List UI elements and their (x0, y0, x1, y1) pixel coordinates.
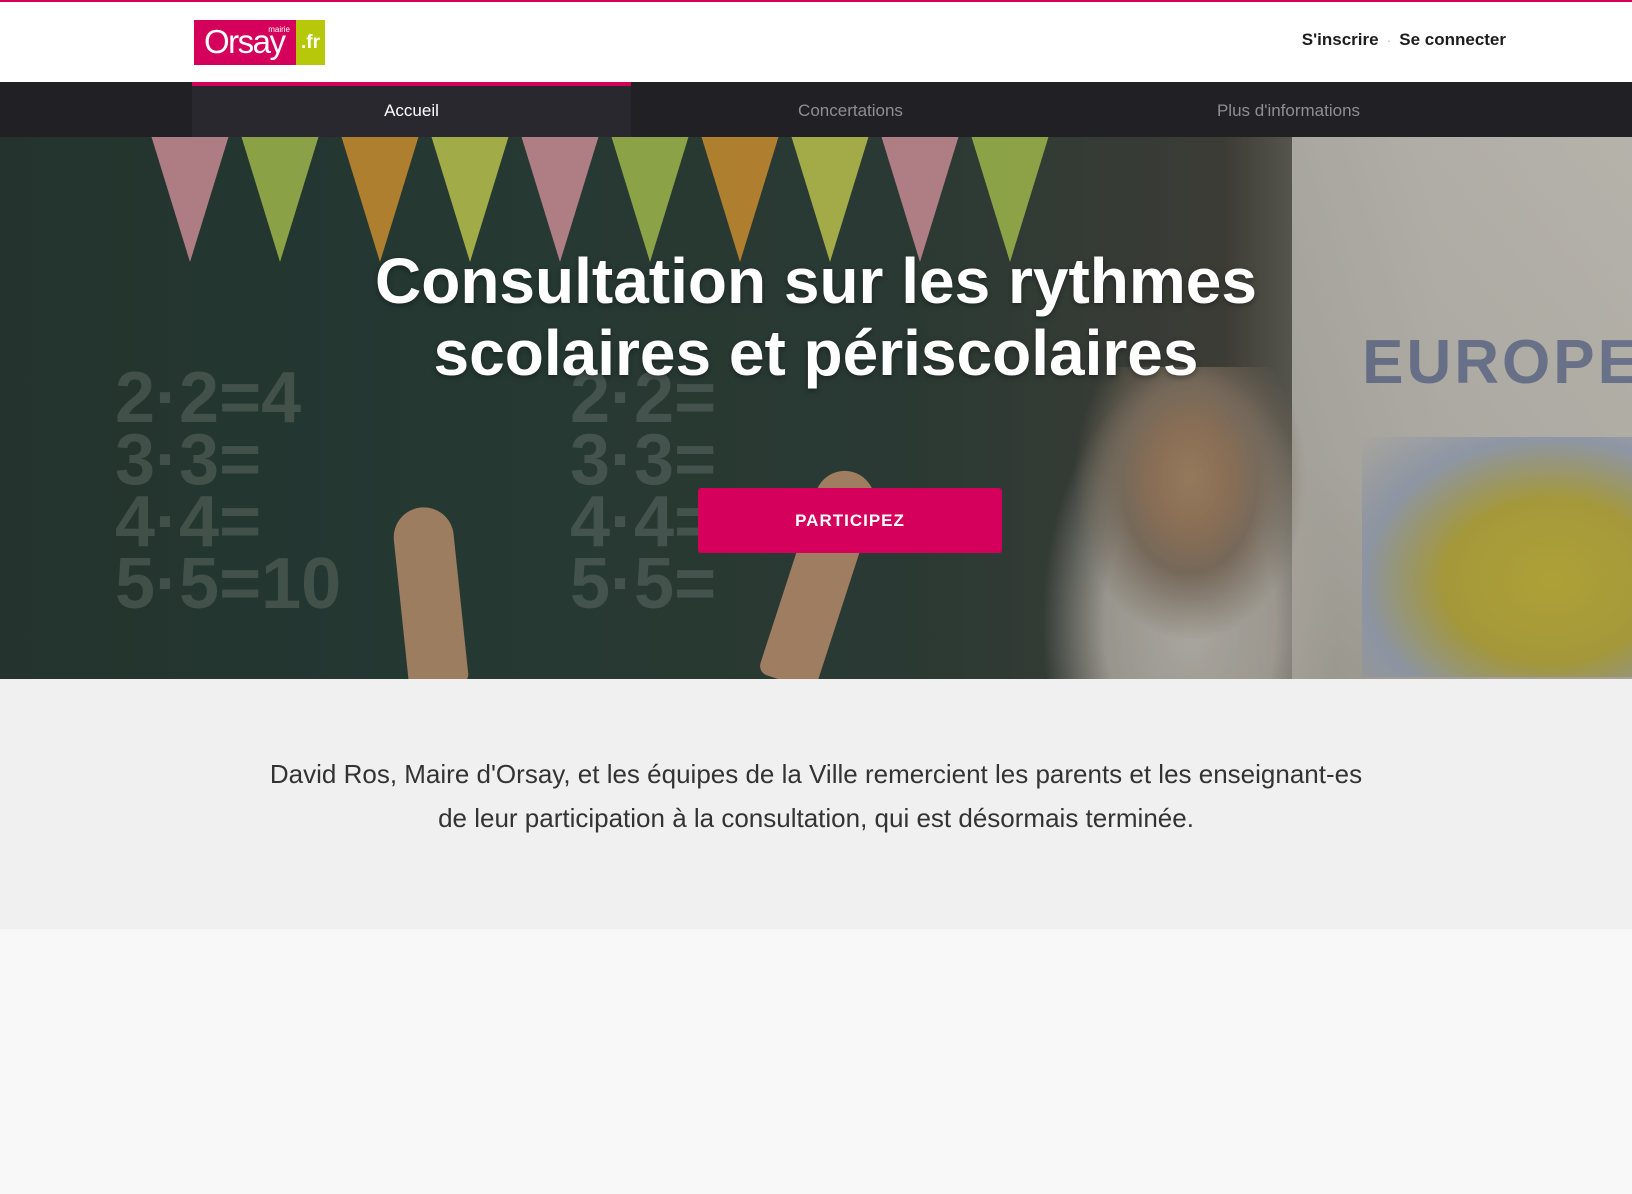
signup-link[interactable]: S'inscrire (1302, 30, 1379, 50)
orsay-logo[interactable]: mairie Orsay .fr (194, 20, 325, 65)
intro-message: David Ros, Maire d'Orsay, et les équipes… (266, 752, 1366, 840)
logo-brand: Orsay (204, 23, 286, 60)
auth-separator: · (1386, 32, 1392, 48)
main-nav: Accueil Concertations Plus d'information… (0, 82, 1632, 137)
hero-overlay (0, 137, 1632, 679)
intro-section: David Ros, Maire d'Orsay, et les équipes… (0, 679, 1632, 929)
participate-button[interactable]: PARTICIPEZ (698, 488, 1002, 553)
tab-plus-informations[interactable]: Plus d'informations (1069, 82, 1508, 137)
hero-banner: EUROPE 2·2=4 3·3= 4·4= 5·5=10 2·2= 3·3= 4·4= 5… (0, 137, 1632, 679)
intro-message-line-1: David Ros, Maire d'Orsay, et les équipes… (269, 759, 1363, 789)
tab-accueil[interactable]: Accueil (192, 82, 631, 137)
logo-tld: .fr (296, 20, 325, 65)
site-header: mairie Orsay .fr S'inscrire · Se connect… (0, 0, 1632, 82)
hero-title-line-2: scolaires et périscolaires (433, 317, 1199, 389)
hero-title-line-1: Consultation sur les rythmes (375, 245, 1257, 317)
login-link[interactable]: Se connecter (1399, 30, 1506, 50)
hero-title: Consultation sur les rythmes scolaires e… (0, 245, 1632, 389)
tab-concertations[interactable]: Concertations (631, 82, 1070, 137)
auth-links: S'inscrire · Se connecter (1302, 30, 1506, 50)
intro-message-line-2: de leur participation à la consultation,… (438, 803, 1194, 833)
logo-brand-block: mairie Orsay (194, 20, 296, 65)
